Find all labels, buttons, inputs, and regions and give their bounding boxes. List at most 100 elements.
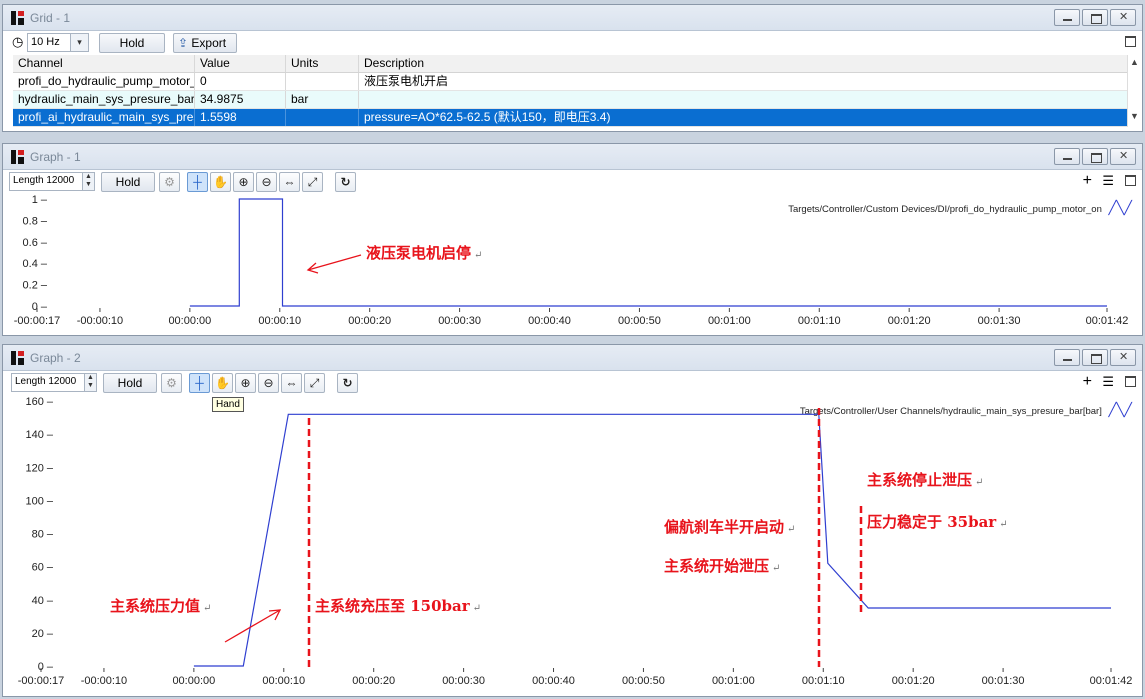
zoom-fit-icon[interactable]: ⤢ [304, 373, 325, 393]
x-tick-label: 00:00:30 [438, 315, 481, 327]
column-header-units[interactable]: Units [286, 55, 359, 72]
x-tick-label: 00:00:40 [528, 315, 571, 327]
length-spinner[interactable]: Length 12000 ▲ ▼ [11, 373, 97, 392]
y-tick-label: 80 – [32, 529, 54, 541]
restore-icon[interactable] [1125, 376, 1136, 387]
refresh-icon[interactable]: ↻ [337, 373, 358, 393]
settings-gear-icon[interactable]: ⚙ [161, 373, 182, 393]
minimize-button[interactable] [1054, 349, 1080, 366]
annotation-charge: 主系统充压至 150bar ↵ [315, 597, 482, 615]
legend-list-icon[interactable]: ☰ [1102, 374, 1114, 390]
units-cell [286, 109, 359, 126]
hand-pan-icon[interactable]: ✋ [212, 373, 233, 393]
value-cell: 0 [195, 73, 286, 90]
spinner-arrows-icon[interactable]: ▲ ▼ [82, 173, 94, 190]
x-tick-label: 00:00:50 [618, 315, 661, 327]
graph1-plot[interactable]: 0 – 0.2 – 0.4 – 0.6 – 0.8 – 1 – -00:00:17 -00:0… [3, 192, 1144, 337]
x-tick-label: 00:00:30 [442, 675, 485, 687]
table-row[interactable]: hydraulic_main_sys_presure_bar 34.9875 b… [13, 91, 1141, 109]
table-row-selected[interactable]: profi_ai_hydraulic_main_sys_press 1.5598… [13, 109, 1141, 127]
export-button[interactable]: ⇪ Export [173, 33, 237, 53]
hand-pan-icon[interactable]: ✋ [210, 172, 231, 192]
restore-icon[interactable] [1125, 175, 1136, 186]
rate-value: 10 Hz [31, 36, 60, 48]
channel-cell: profi_ai_hydraulic_main_sys_press [13, 109, 195, 126]
hold-button[interactable]: Hold [101, 172, 155, 192]
graph2-panel: Graph - 2 Length 12000 ▲▼ Hold ⚙ ┼ ✋ ⊕ ⊖… [2, 344, 1143, 697]
hold-button[interactable]: Hold [103, 373, 157, 393]
zoom-out-icon[interactable]: ⊖ [258, 373, 279, 393]
vertical-scrollbar[interactable]: ▲ ▼ [1127, 55, 1141, 127]
rate-select[interactable]: 10 Hz ▾ [27, 33, 89, 52]
add-cursor-icon[interactable]: + [1083, 172, 1092, 190]
x-tick-label: 00:00:10 [262, 675, 305, 687]
minimize-button[interactable] [1054, 148, 1080, 165]
annotation-arrow [307, 254, 362, 271]
length-spinner[interactable]: Length 12000 ▲ ▼ [9, 172, 95, 191]
app-logo-icon [11, 351, 25, 365]
y-tick-label: 1 – [32, 194, 48, 206]
series-line [189, 198, 1107, 307]
graph2-title: Graph - 2 [30, 351, 81, 365]
annotation-yaw-brake: 偏航刹车半开启动 ↵ [664, 518, 796, 536]
app-logo-icon [11, 11, 25, 25]
units-cell [286, 73, 359, 90]
x-tick-label: -00:00:10 [81, 675, 127, 687]
export-icon: ⇪ [178, 36, 189, 50]
zoom-x-icon[interactable]: ⇔ [281, 373, 302, 393]
maximize-button[interactable] [1082, 148, 1108, 165]
annotation-start-release: 主系统开始泄压 ↵ [664, 557, 781, 575]
maximize-button[interactable] [1082, 9, 1108, 26]
clock-icon: ◷ [12, 34, 24, 49]
zoom-in-icon[interactable]: ⊕ [233, 172, 254, 192]
y-tick-label: 0.4 – [23, 258, 48, 270]
scroll-up-arrow-icon[interactable]: ▲ [1128, 57, 1141, 67]
close-button[interactable] [1110, 349, 1136, 366]
restore-icon[interactable] [1125, 36, 1136, 47]
units-cell: bar [286, 91, 359, 108]
x-tick-label: 00:00:20 [352, 675, 395, 687]
graph1-panel: Graph - 1 Length 12000 ▲▼ Hold ⚙ ┼ ✋ ⊕ ⊖… [2, 143, 1143, 336]
crosshair-cursor-icon[interactable]: ┼ [187, 172, 208, 192]
length-value: Length 12000 [15, 376, 77, 387]
add-cursor-icon[interactable]: + [1083, 373, 1092, 391]
close-button[interactable] [1110, 9, 1136, 26]
grid-title: Grid - 1 [30, 11, 71, 25]
refresh-icon[interactable]: ↻ [335, 172, 356, 192]
value-cell: 34.9875 [195, 91, 286, 108]
graph1-toolbar: Length 12000 ▲ ▼ Hold ⚙ ┼ ✋ ⊕ ⊖ ⇔ ⤢ ↻ + ☰ [3, 170, 1142, 192]
close-button[interactable] [1110, 148, 1136, 165]
graph2-plot[interactable]: 0 – 20 – 40 – 60 – 80 – 100 – 120 – 140 – 160 – -… [3, 393, 1144, 698]
settings-gear-icon[interactable]: ⚙ [159, 172, 180, 192]
length-value: Length 12000 [13, 175, 75, 186]
hold-button[interactable]: Hold [99, 33, 165, 53]
legend-list-icon[interactable]: ☰ [1102, 173, 1114, 189]
zoom-out-icon[interactable]: ⊖ [256, 172, 277, 192]
channel-cell: profi_do_hydraulic_pump_motor_c [13, 73, 195, 90]
y-tick-label: 160 – [25, 396, 53, 408]
x-tick-label: 00:00:00 [172, 675, 215, 687]
series-line [193, 413, 1111, 667]
x-tick-label: 00:00:40 [532, 675, 575, 687]
table-row[interactable]: profi_do_hydraulic_pump_motor_c 0 液压泵电机开… [13, 73, 1141, 91]
maximize-button[interactable] [1082, 349, 1108, 366]
x-tick-label: 00:00:50 [622, 675, 665, 687]
scroll-down-arrow-icon[interactable]: ▼ [1128, 111, 1141, 121]
crosshair-cursor-icon[interactable]: ┼ [189, 373, 210, 393]
column-header-value[interactable]: Value [195, 55, 286, 72]
x-tick-label: 00:00:10 [258, 315, 301, 327]
x-tick-label: 00:00:00 [168, 315, 211, 327]
zoom-fit-icon[interactable]: ⤢ [302, 172, 323, 192]
column-header-description[interactable]: Description [359, 55, 1125, 72]
chevron-down-icon: ▾ [70, 34, 88, 51]
x-tick-label: 00:01:00 [712, 675, 755, 687]
graph1-titlebar: Graph - 1 [3, 144, 1142, 170]
zoom-in-icon[interactable]: ⊕ [235, 373, 256, 393]
minimize-button[interactable] [1054, 9, 1080, 26]
y-tick-label: 100 – [25, 495, 53, 507]
export-label: Export [191, 36, 227, 50]
column-header-channel[interactable]: Channel [13, 55, 195, 72]
y-tick-label: 0.8 – [23, 215, 48, 227]
zoom-x-icon[interactable]: ⇔ [279, 172, 300, 192]
spinner-arrows-icon[interactable]: ▲ ▼ [84, 374, 96, 391]
